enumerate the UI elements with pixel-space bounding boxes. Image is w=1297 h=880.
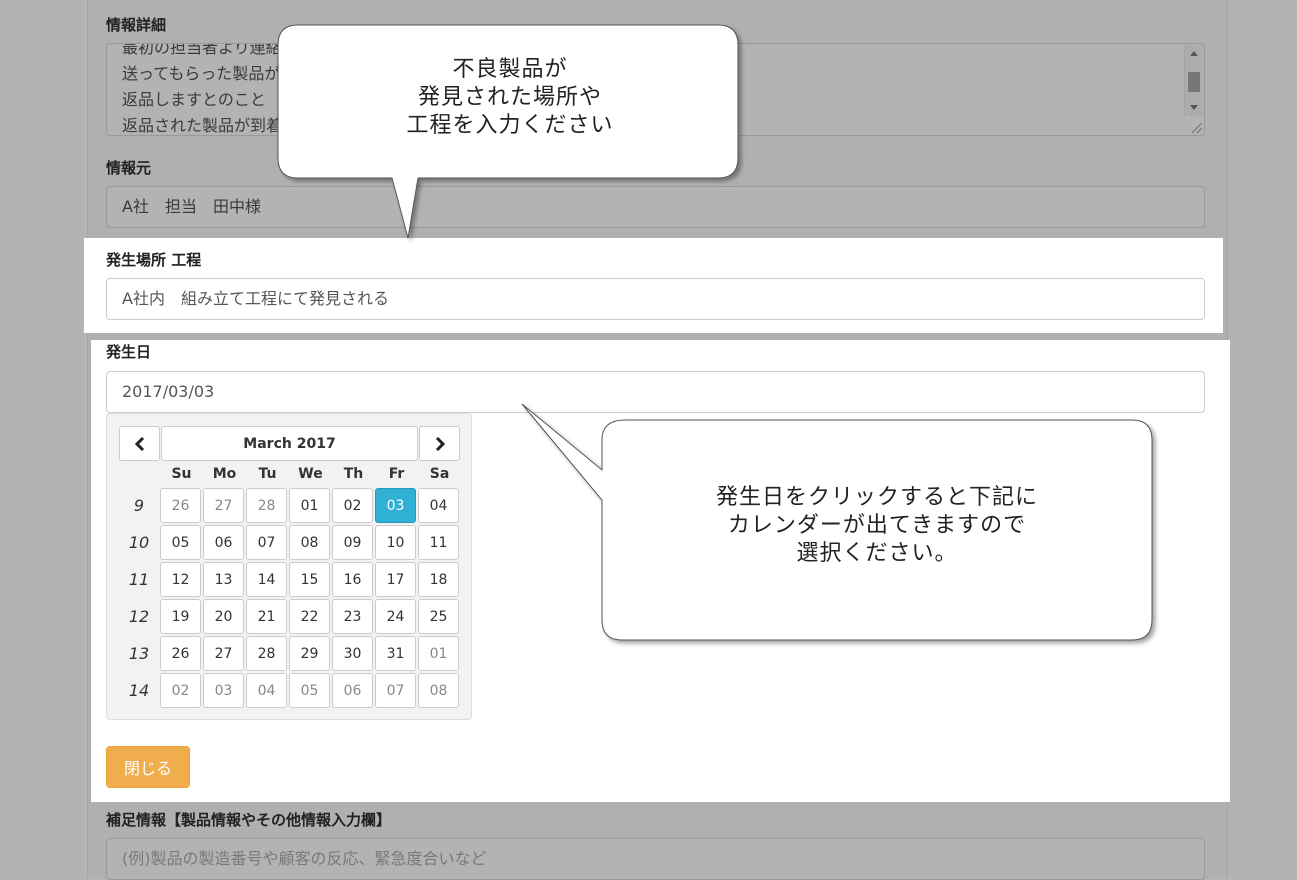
calendar-day[interactable]: 07 bbox=[375, 673, 416, 708]
calendar-day[interactable]: 27 bbox=[203, 488, 244, 523]
calendar-day[interactable]: 06 bbox=[332, 673, 373, 708]
calendar-day[interactable]: 20 bbox=[203, 599, 244, 634]
callout-right-line: 発生日をクリックすると下記に bbox=[715, 485, 1038, 510]
info-source-label: 情報元 bbox=[106, 159, 152, 177]
calendar-day[interactable]: 15 bbox=[289, 562, 330, 597]
calendar-day[interactable]: 13 bbox=[203, 562, 244, 597]
callout-right-text: 発生日をクリックすると下記に カレンダーが出てきますので 選択ください。 bbox=[612, 484, 1142, 568]
calendar-day[interactable]: 18 bbox=[418, 562, 459, 597]
calendar-day[interactable]: 04 bbox=[418, 488, 459, 523]
calendar-day[interactable]: 08 bbox=[418, 673, 459, 708]
close-button[interactable]: 閉じる bbox=[106, 746, 190, 788]
calendar-day[interactable]: 14 bbox=[246, 562, 287, 597]
occurrence-date-label: 発生日 bbox=[106, 343, 152, 361]
callout-top-line: 発見された場所や bbox=[417, 85, 602, 110]
calendar-day[interactable]: 06 bbox=[203, 525, 244, 560]
calendar-day[interactable]: 26 bbox=[160, 488, 201, 523]
info-detail-label: 情報詳細 bbox=[106, 16, 167, 34]
week-number: 9 bbox=[133, 496, 145, 515]
textarea-scrollbar[interactable] bbox=[1184, 45, 1203, 116]
callout-right-line: 選択ください。 bbox=[796, 541, 958, 566]
calendar-day[interactable]: 04 bbox=[246, 673, 287, 708]
week-number: 10 bbox=[128, 533, 150, 552]
calendar-day[interactable]: 24 bbox=[375, 599, 416, 634]
weekday-header: We bbox=[298, 466, 323, 482]
supplement-label: 補足情報【製品情報やその他情報入力欄】 bbox=[106, 811, 392, 829]
week-number: 11 bbox=[128, 570, 150, 589]
calendar-day[interactable]: 21 bbox=[246, 599, 287, 634]
calendar-day[interactable]: 02 bbox=[332, 488, 373, 523]
callout-top-text: 不良製品が 発見された場所や 工程を入力ください bbox=[290, 56, 730, 140]
calendar-day[interactable]: 25 bbox=[418, 599, 459, 634]
week-number: 14 bbox=[128, 681, 150, 700]
calendar-day[interactable]: 27 bbox=[203, 636, 244, 671]
location-input[interactable]: A社内 組み立て工程にて発見される bbox=[106, 278, 1205, 320]
calendar-day[interactable]: 23 bbox=[332, 599, 373, 634]
calendar-day[interactable]: 01 bbox=[418, 636, 459, 671]
calendar-day[interactable]: 05 bbox=[289, 673, 330, 708]
callout-top-line: 不良製品が bbox=[452, 57, 568, 82]
calendar-day[interactable]: 28 bbox=[246, 488, 287, 523]
chevron-left-icon bbox=[134, 436, 144, 451]
calendar-day[interactable]: 07 bbox=[246, 525, 287, 560]
chevron-right-icon bbox=[435, 436, 445, 451]
calendar-day[interactable]: 12 bbox=[160, 562, 201, 597]
scroll-thumb[interactable] bbox=[1188, 72, 1200, 92]
scroll-up-icon[interactable] bbox=[1190, 51, 1198, 56]
calendar-day[interactable]: 22 bbox=[289, 599, 330, 634]
location-label: 発生場所 工程 bbox=[106, 251, 202, 269]
weekday-header: Th bbox=[343, 466, 364, 482]
weekday-header: Su bbox=[171, 466, 192, 482]
calendar-day[interactable]: 09 bbox=[332, 525, 373, 560]
datepicker-calendar: March 2017 Su Mo Tu We Th Fr Sa 9 26 27 28 01 02 03 04… bbox=[106, 413, 472, 720]
calendar-day[interactable]: 08 bbox=[289, 525, 330, 560]
calendar-day[interactable]: 26 bbox=[160, 636, 201, 671]
calendar-day[interactable]: 11 bbox=[418, 525, 459, 560]
callout-top-line: 工程を入力ください bbox=[406, 113, 614, 138]
supplement-input[interactable]: (例)製品の製造番号や顧客の反応、緊急度合いなど bbox=[106, 838, 1205, 880]
calendar-day[interactable]: 17 bbox=[375, 562, 416, 597]
calendar-day[interactable]: 03 bbox=[203, 673, 244, 708]
calendar-day-selected[interactable]: 03 bbox=[375, 488, 416, 523]
calendar-day[interactable]: 31 bbox=[375, 636, 416, 671]
occurrence-date-input[interactable]: 2017/03/03 bbox=[106, 371, 1205, 413]
weekday-header: Fr bbox=[388, 466, 405, 482]
weekday-header: Tu bbox=[258, 466, 277, 482]
callout-right-line: カレンダーが出てきますので bbox=[727, 513, 1027, 538]
calendar-day[interactable]: 29 bbox=[289, 636, 330, 671]
resize-grip-icon[interactable] bbox=[1192, 123, 1202, 133]
info-source-input[interactable]: A社 担当 田中様 bbox=[106, 186, 1205, 228]
calendar-prev-button[interactable] bbox=[119, 426, 160, 461]
calendar-day[interactable]: 30 bbox=[332, 636, 373, 671]
calendar-day[interactable]: 16 bbox=[332, 562, 373, 597]
calendar-day[interactable]: 02 bbox=[160, 673, 201, 708]
calendar-day[interactable]: 28 bbox=[246, 636, 287, 671]
calendar-day[interactable]: 05 bbox=[160, 525, 201, 560]
scroll-down-icon[interactable] bbox=[1190, 105, 1198, 110]
weekday-header: Mo bbox=[212, 466, 237, 482]
calendar-month-title[interactable]: March 2017 bbox=[161, 426, 418, 461]
calendar-next-button[interactable] bbox=[419, 426, 460, 461]
calendar-day[interactable]: 01 bbox=[289, 488, 330, 523]
week-number: 13 bbox=[128, 644, 150, 663]
weekday-header: Sa bbox=[429, 466, 450, 482]
week-number: 12 bbox=[128, 607, 150, 626]
calendar-day[interactable]: 10 bbox=[375, 525, 416, 560]
calendar-day[interactable]: 19 bbox=[160, 599, 201, 634]
